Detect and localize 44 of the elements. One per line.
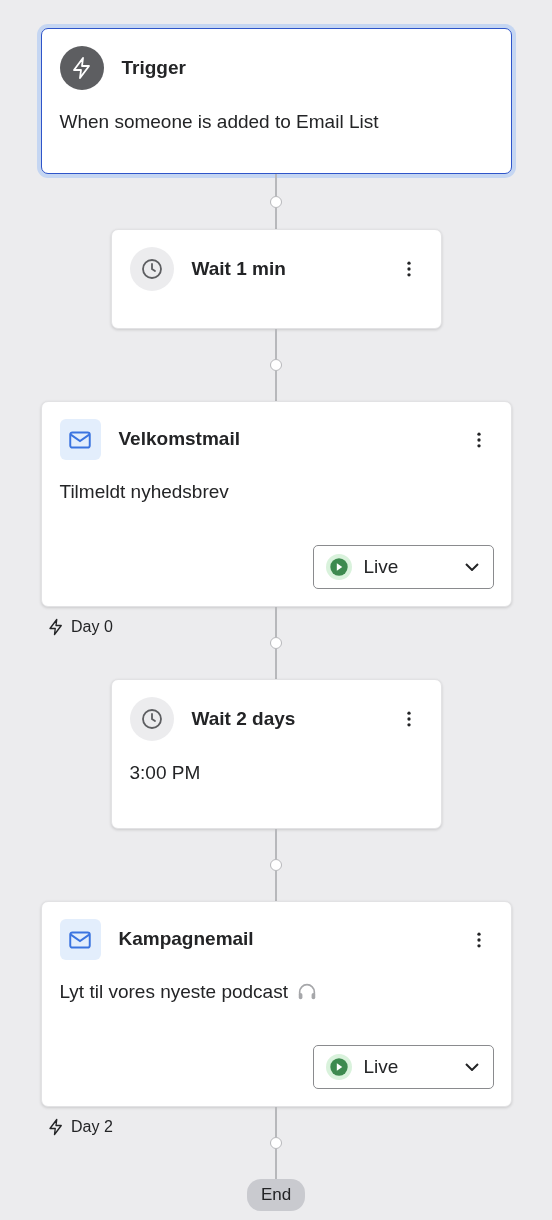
step-title: Wait 1 min <box>191 256 287 281</box>
step-description: Tilmeldt nyhedsbrev <box>59 480 229 504</box>
connector-node <box>270 1137 282 1149</box>
connector-line <box>275 207 277 229</box>
play-icon <box>325 1054 352 1080</box>
connector-node <box>270 637 282 649</box>
connector-line <box>275 329 277 359</box>
status-dropdown[interactable]: Live <box>312 1045 494 1089</box>
connector-line <box>275 871 277 901</box>
connector-line <box>275 649 277 679</box>
envelope-icon <box>59 419 101 460</box>
day-label: Day 2 <box>71 1117 113 1137</box>
connector-line <box>275 371 277 401</box>
step-card[interactable]: Wait 2 days 3:00 PM <box>110 679 442 829</box>
envelope-icon <box>59 919 101 960</box>
connector-line <box>275 607 277 637</box>
connector-node <box>270 195 282 208</box>
step-title: Velkomstmail <box>118 427 241 452</box>
bolt-icon <box>59 46 104 90</box>
step-description: When someone is added to Email List <box>59 110 379 134</box>
step-card[interactable]: Kampagnemail Lyt til vores nyeste podcast Live <box>40 901 512 1107</box>
connector-node <box>270 859 282 871</box>
step-card[interactable]: Wait 1 min <box>110 229 442 329</box>
chevron-down-icon <box>464 1063 479 1071</box>
bolt-icon <box>47 618 65 636</box>
chevron-down-icon <box>464 563 479 571</box>
step-title: Trigger <box>121 55 187 80</box>
day-label: Day 0 <box>71 617 113 637</box>
connector-line <box>275 829 277 859</box>
step-card[interactable]: Velkomstmail Tilmeldt nyhedsbrev Live <box>40 401 512 607</box>
step-description: 3:00 PM <box>129 761 201 785</box>
step-description: Lyt til vores nyeste podcast <box>59 980 288 1004</box>
clock-icon <box>129 697 174 741</box>
bolt-icon <box>47 1118 65 1136</box>
connector-line <box>275 1149 277 1179</box>
step-title: Wait 2 days <box>191 706 297 731</box>
end-label: End <box>246 1179 306 1211</box>
connector-node <box>270 359 282 371</box>
connector-line <box>275 174 277 196</box>
step-title: Kampagnemail <box>118 927 255 952</box>
clock-icon <box>129 247 174 291</box>
play-icon <box>325 554 352 580</box>
connector-line <box>275 1107 277 1137</box>
status-dropdown[interactable]: Live <box>312 545 494 589</box>
